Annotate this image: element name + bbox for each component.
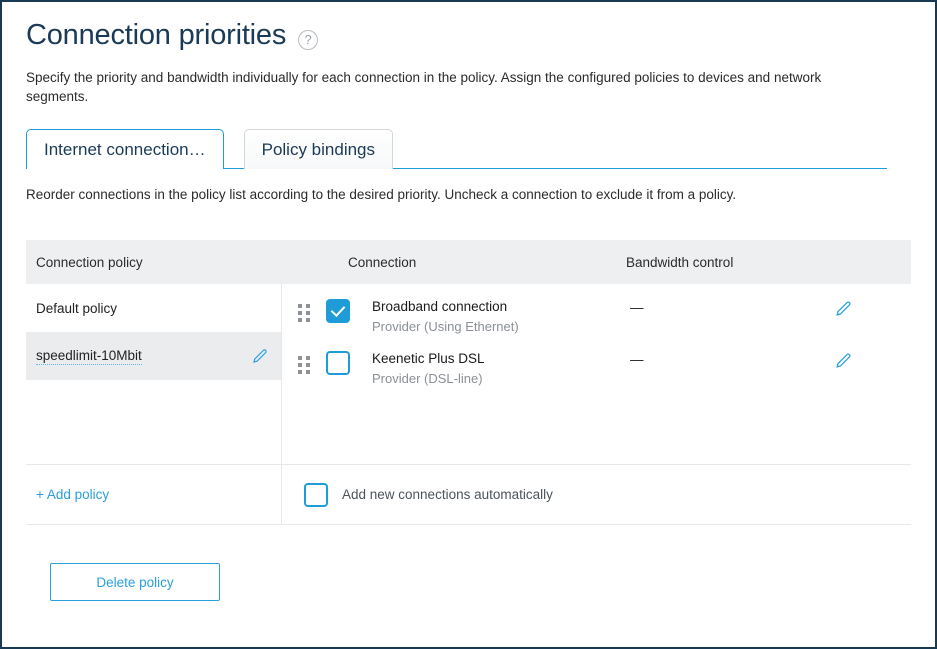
table-header-row: Connection policy Connection Bandwidth c…	[26, 240, 911, 285]
policy-list-item-default[interactable]: Default policy	[26, 284, 281, 332]
connection-checkbox-keenetic-plus-dsl[interactable]	[326, 350, 350, 375]
tab-internet-connections[interactable]: Internet connection…	[26, 129, 224, 171]
connection-priorities-table: Connection policy Connection Bandwidth c…	[26, 240, 911, 526]
connection-list: Broadband connection Provider (Using Eth…	[282, 284, 911, 464]
policy-list-item-speedlimit[interactable]: speedlimit-10Mbit	[26, 332, 281, 381]
delete-policy-button[interactable]: Delete policy	[50, 563, 220, 602]
drag-dots-icon[interactable]	[282, 350, 326, 374]
connection-info: Broadband connection Provider (Using Eth…	[350, 298, 630, 336]
connection-subtitle: Provider (Using Ethernet)	[372, 319, 519, 335]
table-row: Broadband connection Provider (Using Eth…	[282, 284, 911, 336]
policy-list: Default policy speedlimit-10Mbit	[26, 284, 281, 464]
connection-name: Keenetic Plus DSL	[372, 350, 485, 366]
auto-add-checkbox[interactable]	[304, 483, 328, 508]
sub-instruction: Reorder connections in the policy list a…	[26, 187, 737, 203]
connection-subtitle: Provider (DSL-line)	[372, 371, 483, 386]
pencil-icon[interactable]	[834, 351, 853, 370]
page-title: Connection priorities	[26, 19, 287, 51]
title-row: Connection priorities ?	[26, 19, 911, 52]
policy-column: Default policy speedlimit-10Mbit + Add p…	[26, 284, 282, 525]
footer: Delete policy	[26, 525, 911, 602]
app-window: Connection priorities ? Specify the prio…	[0, 0, 937, 649]
pencil-icon[interactable]	[251, 347, 269, 365]
column-header-connection: Connection	[348, 254, 417, 270]
auto-add-label: Add new connections automatically	[342, 487, 553, 503]
auto-add-row: Add new connections automatically	[282, 464, 911, 524]
connection-edit-cell	[790, 350, 911, 370]
connection-edit-cell	[790, 298, 911, 318]
pencil-icon[interactable]	[834, 299, 853, 318]
connection-checkbox-broadband[interactable]	[326, 299, 350, 324]
drag-dots-glyph	[298, 355, 310, 374]
page-description: Specify the priority and bandwidth indiv…	[26, 69, 822, 105]
add-policy-row: + Add policy	[26, 464, 281, 524]
tab-policy-bindings-label: Policy bindings	[261, 139, 376, 159]
column-header-connection-policy: Connection policy	[36, 254, 143, 270]
policy-name-label: Default policy	[36, 300, 118, 316]
bandwidth-value: —	[630, 300, 644, 316]
policy-name-label: speedlimit-10Mbit	[36, 347, 142, 365]
table-body: Default policy speedlimit-10Mbit + Add p…	[26, 284, 911, 525]
drag-dots-glyph	[298, 304, 310, 323]
connection-info: Keenetic Plus DSL Provider (DSL-line)	[350, 350, 630, 388]
drag-dots-icon[interactable]	[282, 298, 326, 323]
column-header-bandwidth-control: Bandwidth control	[626, 254, 734, 270]
add-policy-button[interactable]: + Add policy	[36, 487, 109, 502]
bandwidth-value: —	[630, 351, 644, 367]
page-content: Connection priorities ? Specify the prio…	[2, 2, 935, 602]
tab-internet-connections-label: Internet connection…	[44, 139, 206, 159]
tab-bar: Internet connection… Policy bindings	[26, 129, 911, 171]
connection-name: Broadband connection	[372, 299, 508, 315]
tab-policy-bindings[interactable]: Policy bindings	[243, 129, 394, 170]
table-row: Keenetic Plus DSL Provider (DSL-line) —	[282, 336, 911, 388]
connection-column: Broadband connection Provider (Using Eth…	[282, 284, 911, 524]
question-mark-circle-icon[interactable]: ?	[298, 29, 319, 50]
